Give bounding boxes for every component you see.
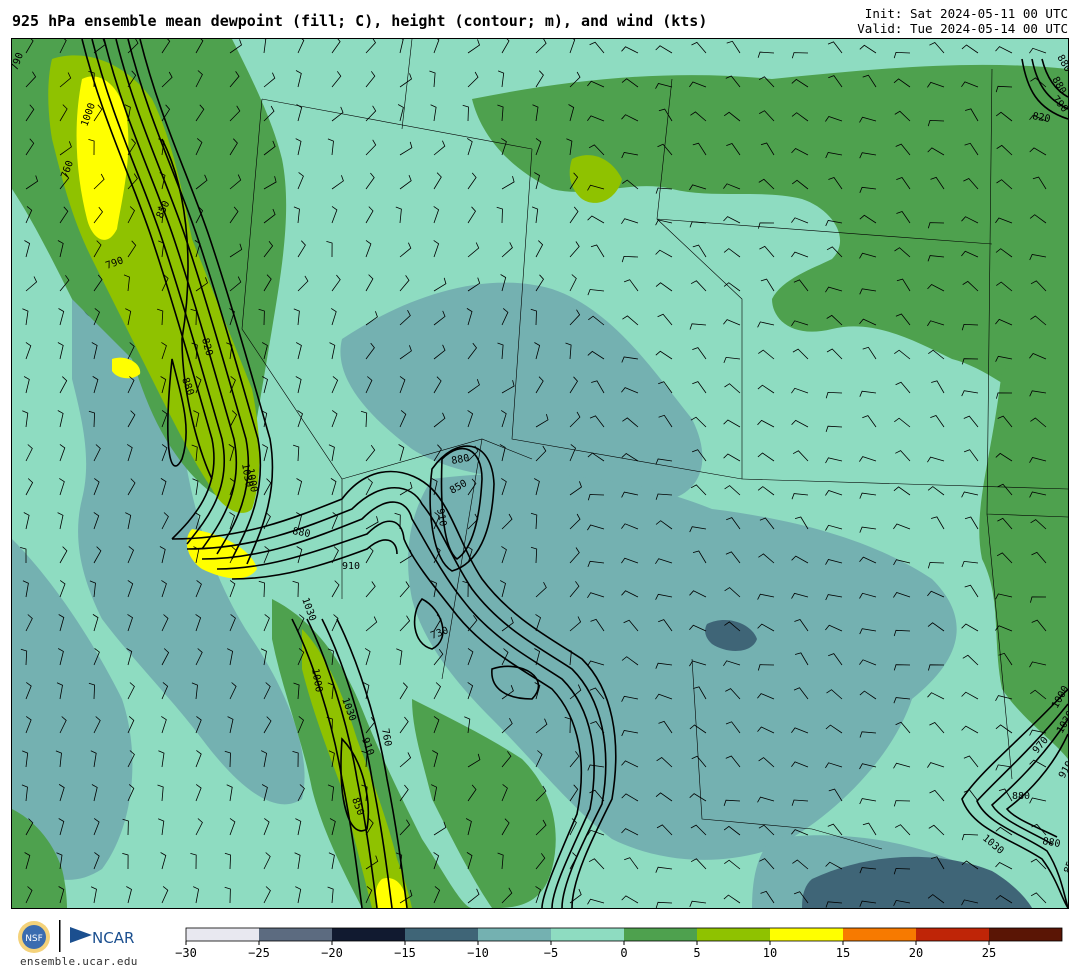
colorbar-tick-label: 0 — [620, 946, 627, 960]
colorbar-segment — [697, 928, 770, 941]
colorbar-tick-label: −25 — [248, 946, 270, 960]
colorbar-segment — [989, 928, 1062, 941]
colorbar-tick-label: 5 — [693, 946, 700, 960]
colorbar: −30 −25 −20 −15 −10 −5 0 5 10 15 20 25 — [175, 927, 1063, 960]
nsf-logo-text: NSF — [25, 934, 43, 944]
colorbar-segment — [770, 928, 843, 941]
colorbar-segment — [186, 928, 259, 941]
dewpoint-map: 790 1000 760 850 1030 880 910 730 880 850 910 790 88… — [11, 38, 1069, 909]
footer: NSF NCAR ensemble.ucar.edu −30 −25 −20 −15−… — [0, 910, 1080, 973]
website-label: ensemble.ucar.edu — [20, 955, 138, 968]
colorbar-tick-label: −10 — [467, 946, 489, 960]
colorbar-segment — [916, 928, 989, 941]
map-title: 925 hPa ensemble mean dewpoint (fill; C)… — [12, 12, 708, 30]
colorbar-tick-label: −20 — [321, 946, 343, 960]
valid-time: Valid: Tue 2024-05-14 00 UTC — [857, 21, 1068, 36]
colorbar-segment — [843, 928, 916, 941]
ncar-logo-text: NCAR — [92, 929, 134, 947]
colorbar-tick-label: 20 — [909, 946, 923, 960]
colorbar-segment — [551, 928, 624, 941]
colorbar-tick-label: −30 — [175, 946, 197, 960]
colorbar-tick-label: −15 — [394, 946, 416, 960]
contour-label: 910 — [342, 561, 360, 572]
colorbar-segment — [405, 928, 478, 941]
contour-label: 880 — [1012, 791, 1030, 802]
colorbar-tick-label: 25 — [982, 946, 996, 960]
run-times: Init: Sat 2024-05-11 00 UTC Valid: Tue 2… — [857, 6, 1068, 36]
init-time: Init: Sat 2024-05-11 00 UTC — [864, 6, 1068, 21]
colorbar-segment — [259, 928, 332, 941]
colorbar-tick-label: −5 — [544, 946, 558, 960]
nsf-ncar-logo: NSF NCAR — [14, 915, 144, 955]
colorbar-tick-label: 10 — [763, 946, 777, 960]
colorbar-tick-label: 15 — [836, 946, 850, 960]
colorbar-segment — [332, 928, 405, 941]
colorbar-segment — [624, 928, 697, 941]
colorbar-segment — [478, 928, 551, 941]
ncar-mark-icon — [70, 927, 92, 943]
